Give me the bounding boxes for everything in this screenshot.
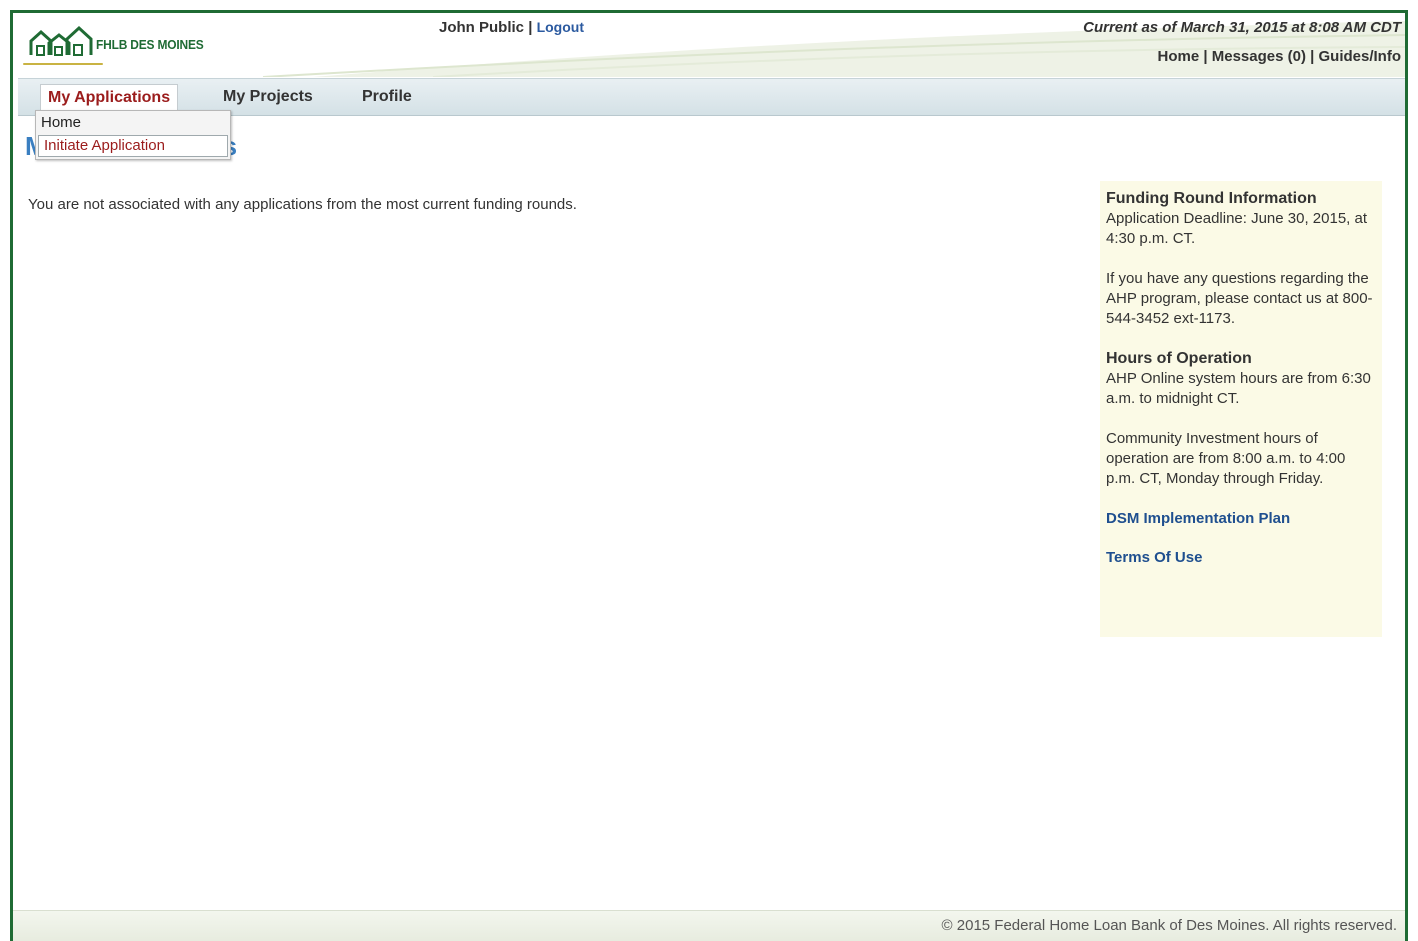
top-links: Home | Messages (0) | Guides/Info — [1158, 48, 1402, 65]
hours-heading: Hours of Operation — [1106, 350, 1252, 367]
tab-my-projects[interactable]: My Projects — [216, 84, 320, 109]
copyright-text: © 2015 Federal Home Loan Bank of Des Moi… — [941, 917, 1397, 934]
questions-contact: If you have any questions regarding the … — [1106, 270, 1373, 327]
home-link[interactable]: Home — [1158, 48, 1200, 65]
separator: | — [1203, 48, 1208, 65]
dropdown-item-initiate-application[interactable]: Initiate Application — [38, 135, 228, 157]
fhlb-logo[interactable]: FHLB DES MOINES — [29, 25, 213, 59]
my-applications-dropdown: Home Initiate Application — [35, 110, 231, 160]
header: FHLB DES MOINES John Public | Logout Cur… — [13, 13, 1405, 77]
as-of-timestamp: Current as of March 31, 2015 at 8:08 AM … — [1083, 19, 1401, 36]
logout-link[interactable]: Logout — [537, 19, 584, 35]
community-investment-hours: Community Investment hours of operation … — [1106, 430, 1346, 487]
no-applications-message: You are not associated with any applicat… — [28, 196, 577, 213]
separator: | — [528, 19, 533, 36]
dropdown-item-home[interactable]: Home — [36, 111, 230, 135]
application-deadline: Application Deadline: June 30, 2015, at … — [1106, 210, 1368, 247]
messages-link[interactable]: Messages (0) — [1212, 48, 1306, 65]
houses-logo-icon — [29, 25, 93, 56]
footer: © 2015 Federal Home Loan Bank of Des Moi… — [13, 910, 1405, 941]
logo-underline — [23, 63, 103, 65]
tab-profile[interactable]: Profile — [355, 84, 419, 109]
app-frame: FHLB DES MOINES John Public | Logout Cur… — [10, 10, 1408, 941]
guides-info-link[interactable]: Guides/Info — [1319, 48, 1402, 65]
funding-round-heading: Funding Round Information — [1106, 190, 1317, 207]
online-hours: AHP Online system hours are from 6:30 a.… — [1106, 370, 1371, 407]
separator: | — [1310, 48, 1315, 65]
dsm-implementation-plan-link[interactable]: DSM Implementation Plan — [1106, 509, 1376, 529]
info-sidebar: Funding Round Information Application De… — [1100, 181, 1382, 637]
user-area: John Public | Logout — [439, 19, 584, 36]
user-name: John Public — [439, 19, 525, 36]
terms-of-use-link[interactable]: Terms Of Use — [1106, 548, 1376, 568]
logo-text: FHLB DES MOINES — [96, 37, 204, 52]
tab-my-applications[interactable]: My Applications — [40, 84, 179, 111]
